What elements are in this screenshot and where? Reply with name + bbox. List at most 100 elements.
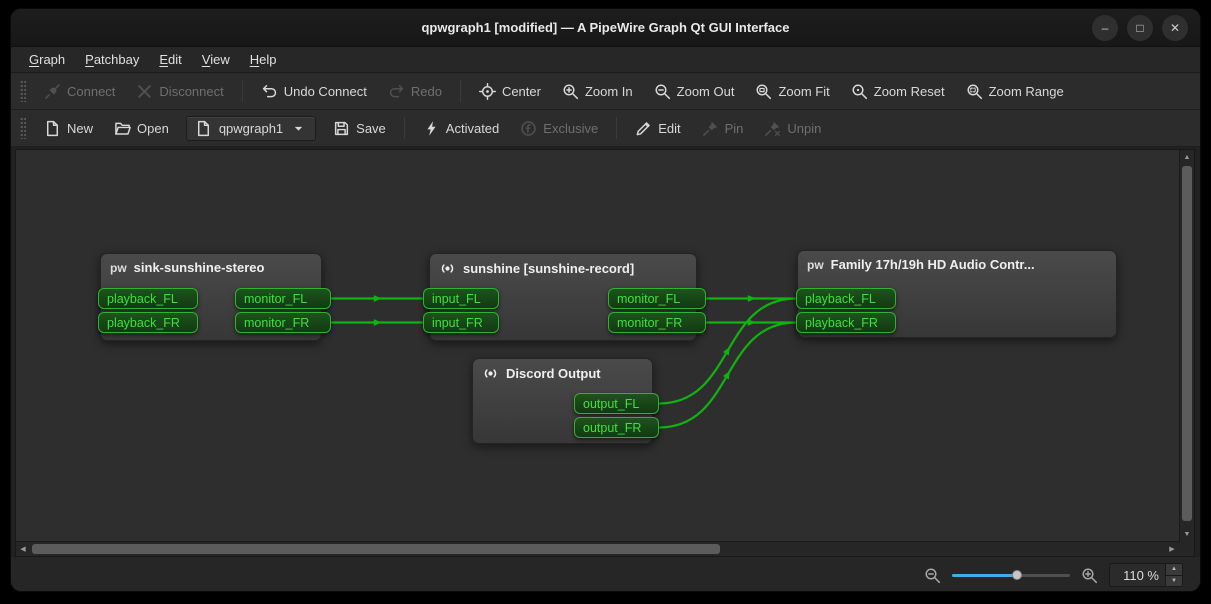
- save-button[interactable]: Save: [324, 115, 395, 142]
- close-button[interactable]: ✕: [1162, 15, 1188, 41]
- horizontal-scrollbar-thumb[interactable]: [32, 544, 720, 554]
- app-window: qpwgraph1 [modified] — A PipeWire Graph …: [10, 8, 1201, 592]
- horizontal-scrollbar[interactable]: [16, 541, 1179, 556]
- toolbar-item-label: Exclusive: [543, 121, 598, 136]
- port-playback_FR[interactable]: playback_FR: [796, 312, 896, 333]
- titlebar[interactable]: qpwgraph1 [modified] — A PipeWire Graph …: [11, 9, 1200, 47]
- window-controls: –□ ✕: [1092, 15, 1188, 41]
- activated-icon: [423, 120, 440, 137]
- port-monitor_FL[interactable]: monitor_FL: [608, 288, 706, 309]
- port-output_FR[interactable]: output_FR: [574, 417, 659, 438]
- scroll-down-button[interactable]: [1180, 527, 1194, 541]
- maximize-button[interactable]: □: [1127, 15, 1153, 41]
- toolbar-item-label: Pin: [725, 121, 744, 136]
- zoom-in-button[interactable]: Zoom In: [553, 78, 642, 105]
- redo-button[interactable]: Redo: [379, 78, 451, 105]
- toolbar-patchbay: New Open qpwgraph1 Save Activated Exclusive Ed…: [11, 110, 1200, 147]
- menu-edit[interactable]: Edit: [149, 48, 191, 71]
- toolbar-drag-handle[interactable]: [20, 117, 26, 139]
- node-header: sunshine [sunshine-record]: [430, 254, 696, 283]
- zoom-slider-fill: [952, 574, 1017, 577]
- menu-help[interactable]: Help: [240, 48, 287, 71]
- port-playback_FL[interactable]: playback_FL: [796, 288, 896, 309]
- zoom-in-icon[interactable]: [1081, 567, 1098, 584]
- exclusive-button[interactable]: Exclusive: [511, 115, 607, 142]
- toolbar-item-label: Zoom Out: [677, 84, 735, 99]
- port-monitor_FR[interactable]: monitor_FR: [235, 312, 331, 333]
- toolbar-item-label: Zoom Range: [989, 84, 1064, 99]
- toolbar-item-label: Disconnect: [159, 84, 223, 99]
- port-input_FR[interactable]: input_FR: [423, 312, 499, 333]
- toolbar-drag-handle[interactable]: [20, 80, 26, 102]
- port-monitor_FL[interactable]: monitor_FL: [235, 288, 331, 309]
- edge-arrow-icon: [374, 319, 382, 326]
- toolbar-item-label: Activated: [446, 121, 499, 136]
- pin-button[interactable]: Pin: [693, 115, 753, 142]
- patchbay-select-combo[interactable]: qpwgraph1: [186, 116, 316, 141]
- edit-button[interactable]: Edit: [626, 115, 689, 142]
- disconnect-button[interactable]: Disconnect: [127, 78, 232, 105]
- minimize-button[interactable]: –: [1092, 15, 1118, 41]
- menu-view[interactable]: View: [192, 48, 240, 71]
- edge-arrow-icon: [723, 345, 733, 355]
- toolbar-item-label: Unpin: [787, 121, 821, 136]
- port-input_FL[interactable]: input_FL: [423, 288, 499, 309]
- toolbar-separator: [404, 117, 405, 139]
- activated-button[interactable]: Activated: [414, 115, 508, 142]
- port-monitor_FR[interactable]: monitor_FR: [608, 312, 706, 333]
- node-title: sink-sunshine-stereo: [134, 260, 265, 275]
- pin-icon: [702, 120, 719, 137]
- caret-down-icon: [290, 120, 307, 137]
- connect-icon: [44, 83, 61, 100]
- scroll-right-button[interactable]: [1165, 542, 1179, 556]
- zoom-spin-down-button[interactable]: [1166, 576, 1182, 587]
- zoom-spinbox[interactable]: 110 %: [1109, 563, 1183, 587]
- undo-icon: [261, 83, 278, 100]
- pipewire-icon: pw: [110, 261, 127, 275]
- zoom-out-icon[interactable]: [924, 567, 941, 584]
- menu-patchbay[interactable]: Patchbay: [75, 48, 149, 71]
- disconnect-icon: [136, 83, 153, 100]
- unpin-button[interactable]: Unpin: [755, 115, 830, 142]
- graph-canvas[interactable]: pwsink-sunshine-stereoplayback_FLplaybac…: [16, 150, 1179, 541]
- edge-arrow-icon: [748, 319, 756, 326]
- zoom-fit-button[interactable]: Zoom Fit: [746, 78, 838, 105]
- graph-viewport: pwsink-sunshine-stereoplayback_FLplaybac…: [15, 149, 1195, 557]
- zoom-range-button[interactable]: Zoom Range: [957, 78, 1073, 105]
- node-title: Discord Output: [506, 366, 601, 381]
- toolbar-item-label: Zoom In: [585, 84, 633, 99]
- zoom-out-button[interactable]: Zoom Out: [645, 78, 744, 105]
- zoom-slider-handle[interactable]: [1012, 570, 1022, 580]
- menu-graph[interactable]: Graph: [19, 48, 75, 71]
- horizontal-scrollbar-track[interactable]: [30, 542, 1165, 556]
- zoom-reset-button[interactable]: Zoom Reset: [842, 78, 954, 105]
- scroll-up-button[interactable]: [1180, 150, 1194, 164]
- undo-connect-button[interactable]: Undo Connect: [252, 78, 376, 105]
- exclusive-icon: [520, 120, 537, 137]
- menubar: GraphPatchbayEditViewHelp: [11, 47, 1200, 73]
- connect-button[interactable]: Connect: [35, 78, 124, 105]
- edge-arrow-icon: [374, 295, 382, 302]
- vertical-scrollbar-track[interactable]: [1180, 164, 1194, 527]
- toolbar-item-label: New: [67, 121, 93, 136]
- open-folder-icon: [114, 120, 131, 137]
- open-button[interactable]: Open: [105, 115, 178, 142]
- vertical-scrollbar[interactable]: [1179, 150, 1194, 541]
- center-button[interactable]: Center: [470, 78, 550, 105]
- port-output_FL[interactable]: output_FL: [574, 393, 659, 414]
- record-icon: [439, 260, 456, 277]
- port-playback_FR[interactable]: playback_FR: [98, 312, 198, 333]
- zoom-slider[interactable]: [952, 567, 1070, 583]
- toolbar-item-label: Redo: [411, 84, 442, 99]
- patchbay-file-icon: [195, 120, 212, 137]
- zoom-value[interactable]: 110 %: [1110, 564, 1165, 586]
- port-playback_FL[interactable]: playback_FL: [98, 288, 198, 309]
- pipewire-icon: pw: [807, 258, 824, 272]
- zoom-spin-up-button[interactable]: [1166, 564, 1182, 576]
- toolbar-item-label: Edit: [658, 121, 680, 136]
- vertical-scrollbar-thumb[interactable]: [1182, 166, 1192, 521]
- new-button[interactable]: New: [35, 115, 102, 142]
- redo-icon: [388, 83, 405, 100]
- scroll-left-button[interactable]: [16, 542, 30, 556]
- new-file-icon: [44, 120, 61, 137]
